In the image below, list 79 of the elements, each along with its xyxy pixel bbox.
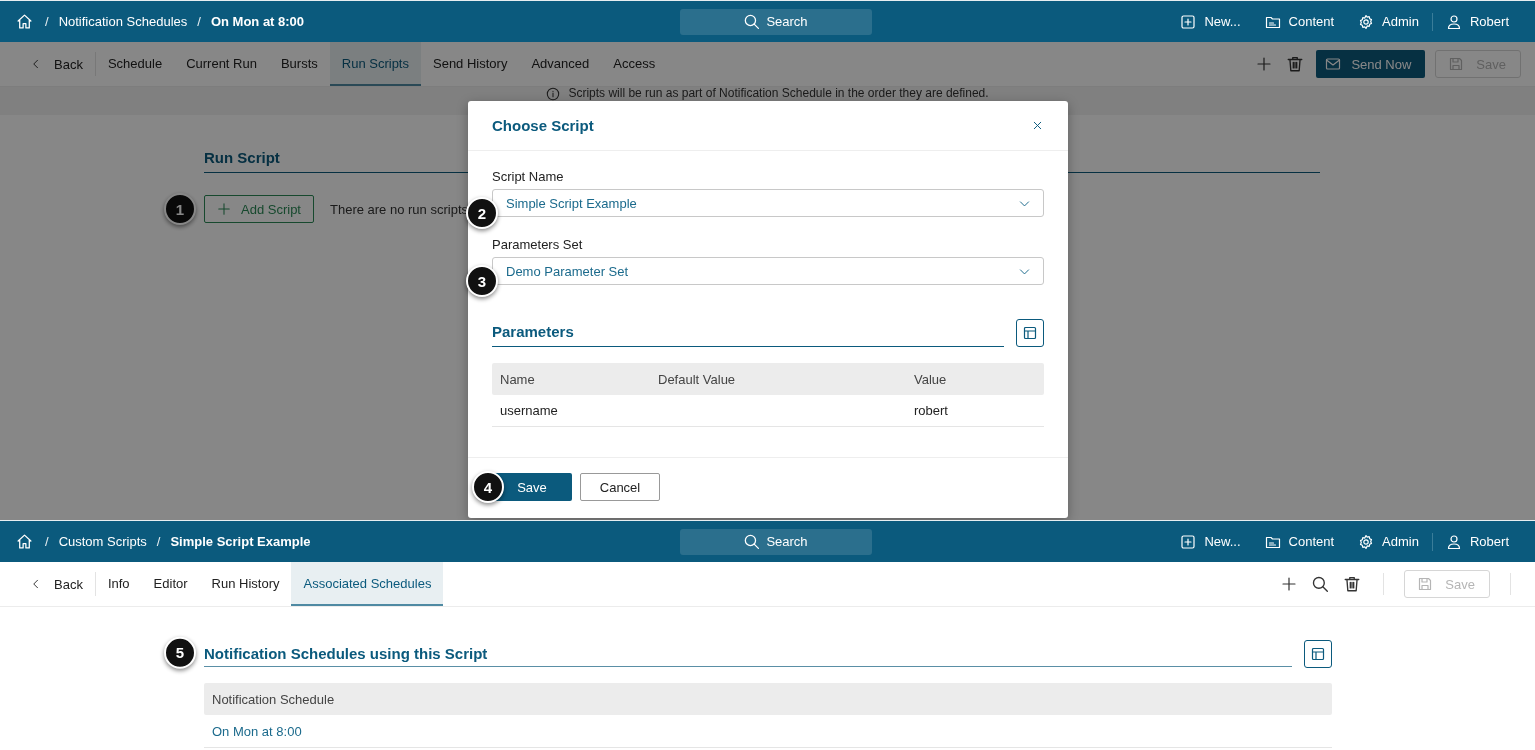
send-now-button[interactable]: Send Now: [1316, 50, 1426, 78]
column-header: Default Value: [658, 371, 737, 387]
search-icon: [743, 13, 761, 30]
breadcrumb-separator: /: [45, 14, 49, 29]
save-icon: [1417, 576, 1434, 592]
nav-link[interactable]: Admin: [1358, 13, 1419, 30]
plus-square-icon: [1180, 533, 1197, 550]
tab[interactable]: Bursts: [268, 42, 330, 86]
search-icon: [743, 533, 761, 550]
dialog-title: Choose Script: [492, 117, 594, 134]
section-heading: Parameters: [492, 323, 1004, 347]
empty-message: There are no run scripts: [330, 201, 468, 217]
section-heading: Notification Schedules using this Script: [204, 645, 488, 662]
close-icon: [1031, 119, 1044, 132]
tab[interactable]: Info: [95, 562, 142, 606]
callout-badge: 5: [164, 636, 196, 669]
callout-badge: 1: [164, 193, 196, 225]
user-icon: [1445, 13, 1462, 30]
breadcrumb-link[interactable]: Custom Scripts: [58, 534, 147, 549]
tab[interactable]: Advanced: [519, 42, 602, 86]
schedule-link[interactable]: On Mon at 8:00: [212, 723, 302, 739]
tab[interactable]: Access: [601, 42, 668, 86]
breadcrumb-separator: /: [156, 534, 161, 549]
breadcrumb-link[interactable]: Notification Schedules: [58, 14, 188, 29]
user-icon: [1445, 533, 1462, 550]
column-header: Notification Schedule: [212, 691, 335, 707]
table-cell-text: username: [500, 403, 559, 418]
nav-link[interactable]: Admin: [1358, 533, 1419, 550]
search-field[interactable]: Search: [679, 8, 872, 35]
table-icon: [1022, 325, 1038, 341]
table-cell-text: robert: [914, 403, 949, 418]
user-menu[interactable]: Robert: [1445, 13, 1509, 30]
tab[interactable]: Run History: [199, 562, 292, 606]
plus-square-icon: [1180, 13, 1197, 30]
dropdown[interactable]: Demo Parameter Set: [492, 257, 1044, 285]
nav-link[interactable]: Content: [1264, 13, 1335, 30]
callout-badge: 4: [472, 471, 504, 503]
callout-badge: 2: [466, 197, 498, 229]
column-header: Name: [500, 371, 536, 387]
close-button[interactable]: [1031, 119, 1044, 132]
plus-icon: [1281, 576, 1298, 592]
table-settings-button[interactable]: [1016, 319, 1044, 347]
table-settings-button[interactable]: [1304, 640, 1332, 668]
plus-icon: [217, 202, 231, 216]
home-icon[interactable]: [16, 533, 33, 550]
tab[interactable]: Run Scripts: [329, 42, 421, 86]
mail-icon: [1325, 56, 1342, 72]
nav-link[interactable]: New...: [1180, 533, 1241, 550]
tab[interactable]: Editor: [141, 562, 200, 606]
home-icon[interactable]: [16, 13, 33, 30]
info-icon: [546, 87, 561, 101]
page-title: Simple Script Example: [170, 534, 311, 549]
user-menu[interactable]: Robert: [1445, 533, 1509, 550]
breadcrumb-separator: /: [197, 14, 201, 29]
field-label: Parameters Set: [492, 237, 584, 252]
back-button[interactable]: Back: [22, 562, 95, 606]
cancel-button[interactable]: Cancel: [580, 473, 660, 501]
save-icon: [1448, 56, 1465, 72]
settings-icon: [1358, 533, 1375, 550]
nav-link[interactable]: New...: [1180, 13, 1241, 30]
table-icon: [1310, 646, 1326, 662]
breadcrumb-separator: /: [45, 534, 49, 549]
tab[interactable]: Associated Schedules: [291, 562, 444, 606]
tab[interactable]: Send History: [421, 42, 520, 86]
nav-link[interactable]: Content: [1264, 533, 1335, 550]
dropdown[interactable]: Simple Script Example: [492, 189, 1044, 217]
callout-badge: 3: [466, 265, 498, 297]
trash-icon: [1343, 575, 1362, 593]
tab[interactable]: Current Run: [174, 42, 269, 86]
search-field[interactable]: Search: [679, 528, 872, 555]
page-title: On Mon at 8:00: [210, 14, 305, 29]
tab[interactable]: Schedule: [95, 42, 175, 86]
info-message: Scripts will be run as part of Notification Schedule in the order they are defined.: [568, 87, 989, 100]
settings-icon: [1358, 13, 1375, 30]
plus-icon: [1256, 56, 1273, 72]
back-button[interactable]: Back: [22, 42, 95, 86]
trash-icon: [1286, 55, 1305, 73]
column-header: Value: [914, 371, 948, 387]
search-icon: [1311, 575, 1330, 593]
